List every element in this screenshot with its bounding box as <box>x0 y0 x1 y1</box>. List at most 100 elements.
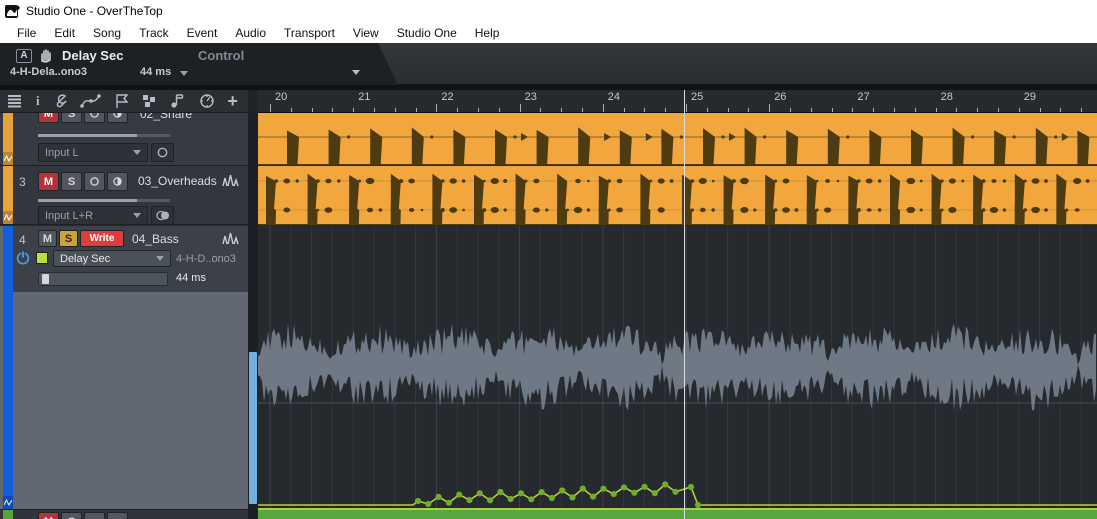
automation-param-panel[interactable]: A Delay Sec Control 4-H-Dela..ono3 44 ms <box>0 43 398 85</box>
record-button[interactable] <box>84 172 105 191</box>
solo-button[interactable]: S <box>61 512 82 519</box>
flag-icon[interactable] <box>114 93 130 109</box>
track-name[interactable]: 02_Snare <box>140 113 192 121</box>
param-target[interactable]: 4-H-Dela..ono3 <box>10 66 87 78</box>
meter-icon[interactable] <box>199 93 215 109</box>
menu-item-transport[interactable]: Transport <box>275 24 344 42</box>
menu-icon[interactable] <box>6 94 24 108</box>
studio-one-window: Studio One - OverTheTop File Edit Song Trac… <box>0 0 1097 519</box>
solo-button[interactable]: S <box>59 230 78 247</box>
auto-badge[interactable]: A <box>16 49 32 63</box>
track2-color-strip[interactable] <box>3 113 13 165</box>
track-number: 3 <box>19 175 26 189</box>
record-button[interactable] <box>84 512 105 519</box>
delay-automation-curve[interactable] <box>258 226 1097 508</box>
volume-slider[interactable] <box>38 199 170 202</box>
waveform-icon <box>222 232 239 245</box>
ruler-bar-20: 20 <box>275 91 288 103</box>
track4-color-strip[interactable] <box>3 226 13 509</box>
record-button[interactable] <box>84 113 105 123</box>
param-value-caret-icon[interactable] <box>180 71 188 76</box>
menu-item-file[interactable]: File <box>8 24 45 42</box>
track3-color-strip[interactable] <box>3 166 13 224</box>
track-number: 4 <box>19 233 26 247</box>
app-icon <box>5 4 20 18</box>
ruler-bar-29: 29 <box>1023 91 1037 103</box>
window-title: Studio One - OverTheTop <box>26 4 163 18</box>
wrench-icon[interactable] <box>52 93 68 109</box>
track-header-3[interactable]: 3 M S 03_Overheads Input L+R <box>0 166 248 225</box>
ruler-bar-28: 28 <box>940 91 953 103</box>
power-icon[interactable] <box>16 251 30 265</box>
clip-03-overheads[interactable] <box>258 166 1097 225</box>
ruler-bar-23: 23 <box>524 91 537 103</box>
solo-button[interactable]: S <box>61 113 82 123</box>
info-icon[interactable]: i <box>36 93 40 109</box>
monitor-button[interactable] <box>107 512 128 519</box>
volume-slider[interactable] <box>38 134 170 137</box>
solo-button[interactable]: S <box>61 172 82 191</box>
slider-handle[interactable] <box>42 274 49 284</box>
ruler-bar-27: 27 <box>857 91 870 103</box>
track-header-2[interactable]: M S 02_Snare Input L <box>0 113 248 166</box>
track5-color-strip[interactable] <box>3 510 13 519</box>
param-value[interactable]: 44 ms <box>140 66 171 78</box>
monitor-button[interactable] <box>107 172 128 191</box>
vertical-scrollbar-thumb[interactable] <box>249 352 257 504</box>
ruler-bar-21: 21 <box>358 91 371 103</box>
clip-02-snare[interactable] <box>258 113 1097 165</box>
track-header-4[interactable]: 4 M S Write 04_Bass Delay Sec 4-H-D..ono… <box>0 226 248 510</box>
ruler-bar-25: 25 <box>691 91 704 103</box>
ruler-bar-22: 22 <box>441 91 454 103</box>
layers-icon[interactable] <box>141 93 157 109</box>
track-name[interactable]: 04_Bass <box>132 232 179 246</box>
menu-item-studio-one[interactable]: Studio One <box>388 24 466 42</box>
automation-toggle-icon[interactable] <box>3 211 13 224</box>
mute-button[interactable]: M <box>38 230 57 247</box>
automation-param-value: Delay Sec <box>60 252 111 265</box>
stereo-input-icon[interactable] <box>151 206 174 224</box>
clip-05-green[interactable] <box>258 508 1097 519</box>
menu-item-audio[interactable]: Audio <box>226 24 275 42</box>
menu-item-song[interactable]: Song <box>84 24 130 42</box>
write-automation-button[interactable]: Write <box>80 230 124 247</box>
menu-item-event[interactable]: Event <box>178 24 227 42</box>
input-select[interactable]: Input L+R <box>38 206 148 224</box>
title-bar: Studio One - OverTheTop <box>0 0 1097 22</box>
add-track-icon[interactable]: + <box>227 91 238 112</box>
track-list-toolbar: i + <box>0 90 248 113</box>
track4-lane[interactable] <box>258 226 1097 508</box>
automation-curve-icon[interactable] <box>79 93 102 109</box>
control-mode-label[interactable]: Control <box>198 48 244 63</box>
playhead-cursor[interactable] <box>684 90 685 519</box>
automation-value: 44 ms <box>176 272 206 284</box>
param-name: Delay Sec <box>62 48 124 63</box>
track-header-5[interactable]: M S <box>0 510 248 519</box>
automation-toggle-icon[interactable] <box>3 496 13 509</box>
panel-caret-icon[interactable] <box>352 70 360 75</box>
menu-item-help[interactable]: Help <box>466 24 509 42</box>
waveform-icon <box>222 174 239 187</box>
mono-input-icon[interactable] <box>151 143 174 162</box>
track-name[interactable]: 03_Overheads <box>138 174 217 188</box>
monitor-button[interactable] <box>107 113 128 123</box>
automation-param-select[interactable]: Delay Sec <box>53 250 171 267</box>
mute-button[interactable]: M <box>38 512 59 519</box>
main-toolbar: A Delay Sec Control 4-H-Dela..ono3 44 ms… <box>0 43 1097 128</box>
quantize-note-icon[interactable] <box>169 93 187 109</box>
hand-icon[interactable] <box>38 47 54 63</box>
automation-target: 4-H-D..ono3 <box>176 253 236 265</box>
menu-item-track[interactable]: Track <box>130 24 178 42</box>
mute-button[interactable]: M <box>38 113 59 123</box>
automation-value-slider[interactable] <box>38 272 168 286</box>
menu-item-edit[interactable]: Edit <box>45 24 84 42</box>
menu-item-view[interactable]: View <box>344 24 388 42</box>
automation-toggle-icon[interactable] <box>3 152 13 165</box>
ruler-bar-26: 26 <box>774 91 787 103</box>
automation-color-swatch <box>36 252 48 264</box>
input-value: Input L <box>45 146 79 159</box>
mute-button[interactable]: M <box>38 172 59 191</box>
input-select[interactable]: Input L <box>38 143 148 162</box>
ruler-bar-24: 24 <box>607 91 621 103</box>
timeline-ruler[interactable]: 20 21 22 23 24 25 26 27 28 29 <box>258 90 1097 113</box>
